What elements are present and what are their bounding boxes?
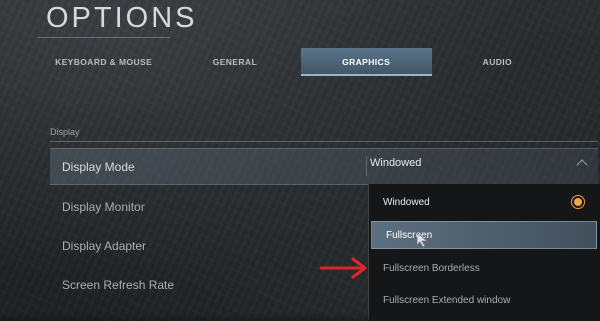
option-label: Windowed xyxy=(383,196,430,208)
dropdown-option-windowed[interactable]: Windowed xyxy=(369,188,597,216)
dropdown-option-fullscreen-borderless[interactable]: Fullscreen Borderless xyxy=(369,254,597,282)
dropdown-option-fullscreen[interactable]: Fullscreen xyxy=(371,221,597,249)
section-divider xyxy=(50,141,598,142)
display-mode-value[interactable]: Windowed xyxy=(370,157,421,169)
tab-general[interactable]: GENERAL xyxy=(169,48,300,76)
option-label: Fullscreen Extended window xyxy=(383,294,511,306)
radio-selected-icon xyxy=(571,195,585,209)
title-underline xyxy=(38,37,170,38)
tab-keyboard-mouse[interactable]: KEYBOARD & MOUSE xyxy=(38,48,169,76)
section-label-display: Display xyxy=(50,127,80,137)
setting-label: Screen Refresh Rate xyxy=(62,277,175,292)
tab-audio[interactable]: AUDIO xyxy=(432,48,563,76)
setting-label: Display Monitor xyxy=(62,199,145,214)
bottom-fade xyxy=(0,313,600,321)
mouse-cursor-icon xyxy=(416,232,429,248)
display-mode-dropdown: Windowed Fullscreen Fullscreen Borderles… xyxy=(368,184,600,321)
setting-label: Display Adapter xyxy=(62,238,147,253)
tab-bar: KEYBOARD & MOUSE GENERAL GRAPHICS AUDIO xyxy=(38,48,563,76)
option-label: Fullscreen Borderless xyxy=(383,262,480,274)
red-arrow-icon xyxy=(319,257,367,279)
page-title: OPTIONS xyxy=(46,2,198,34)
setting-row-display-mode[interactable]: Display Mode xyxy=(50,148,598,185)
value-separator xyxy=(366,156,367,176)
setting-label: Display Mode xyxy=(62,159,135,174)
tab-graphics[interactable]: GRAPHICS xyxy=(300,48,433,76)
dropdown-option-fullscreen-extended[interactable]: Fullscreen Extended window xyxy=(369,286,597,314)
